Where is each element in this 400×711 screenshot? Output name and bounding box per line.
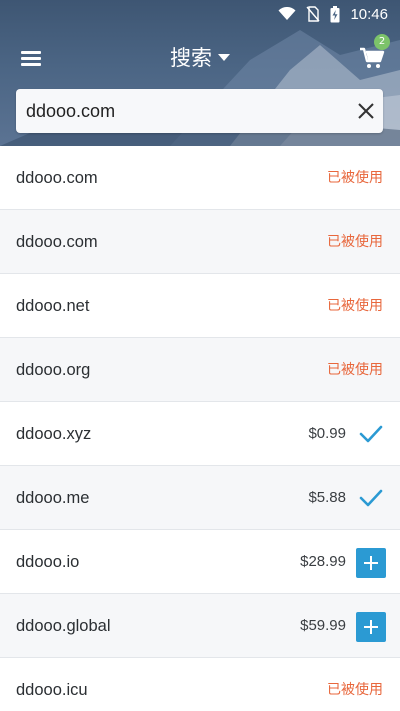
search-box [16, 89, 383, 133]
clear-icon[interactable] [356, 101, 376, 121]
domain-name: ddooo.io [16, 553, 80, 571]
status-taken-label: 已被使用 [327, 234, 383, 250]
add-to-cart-button[interactable] [356, 548, 386, 578]
add-to-cart-button[interactable] [356, 612, 386, 642]
cart-count-badge: 2 [374, 34, 390, 50]
top-app-bar: 搜索 2 [0, 34, 400, 80]
domain-row[interactable]: ddooo.io $28.99 [0, 530, 400, 594]
page-title: 搜索 [170, 46, 212, 70]
domain-results-list: ddooo.com 已被使用 ddooo.com 已被使用 ddooo.net … [0, 146, 400, 711]
search-input[interactable] [26, 89, 336, 133]
domain-row[interactable]: ddooo.com 已被使用 [0, 146, 400, 210]
domain-row[interactable]: ddooo.net 已被使用 [0, 274, 400, 338]
status-taken-label: 已被使用 [327, 362, 383, 378]
domain-name: ddooo.xyz [16, 425, 92, 443]
domain-name: ddooo.org [16, 361, 91, 379]
domain-row[interactable]: ddooo.xyz $0.99 [0, 402, 400, 466]
battery-charging-icon [330, 5, 340, 22]
domain-price: $5.88 [308, 489, 346, 506]
status-taken-label: 已被使用 [327, 298, 383, 314]
status-taken-label: 已被使用 [327, 682, 383, 698]
domain-name: ddooo.com [16, 233, 98, 251]
status-time: 10:46 [350, 5, 388, 23]
domain-row[interactable]: ddooo.icu 已被使用 [0, 658, 400, 711]
wifi-icon [278, 7, 296, 20]
caret-down-icon [218, 53, 230, 61]
domain-row[interactable]: ddooo.org 已被使用 [0, 338, 400, 402]
domain-row[interactable]: ddooo.global $59.99 [0, 594, 400, 658]
domain-name: ddooo.global [16, 617, 111, 635]
status-taken-label: 已被使用 [327, 170, 383, 186]
status-bar: 10:46 [0, 0, 400, 28]
domain-price: $28.99 [300, 553, 346, 570]
no-sim-icon [306, 6, 320, 22]
check-icon[interactable] [358, 486, 384, 510]
domain-price: $59.99 [300, 617, 346, 634]
title-dropdown[interactable]: 搜索 [0, 42, 400, 74]
domain-row[interactable]: ddooo.com 已被使用 [0, 210, 400, 274]
domain-name: ddooo.icu [16, 681, 88, 699]
domain-price: $0.99 [308, 425, 346, 442]
domain-name: ddooo.com [16, 169, 98, 187]
domain-row[interactable]: ddooo.me $5.88 [0, 466, 400, 530]
domain-name: ddooo.me [16, 489, 90, 507]
app-header: 10:46 搜索 2 [0, 0, 400, 146]
check-icon[interactable] [358, 422, 384, 446]
domain-name: ddooo.net [16, 297, 90, 315]
